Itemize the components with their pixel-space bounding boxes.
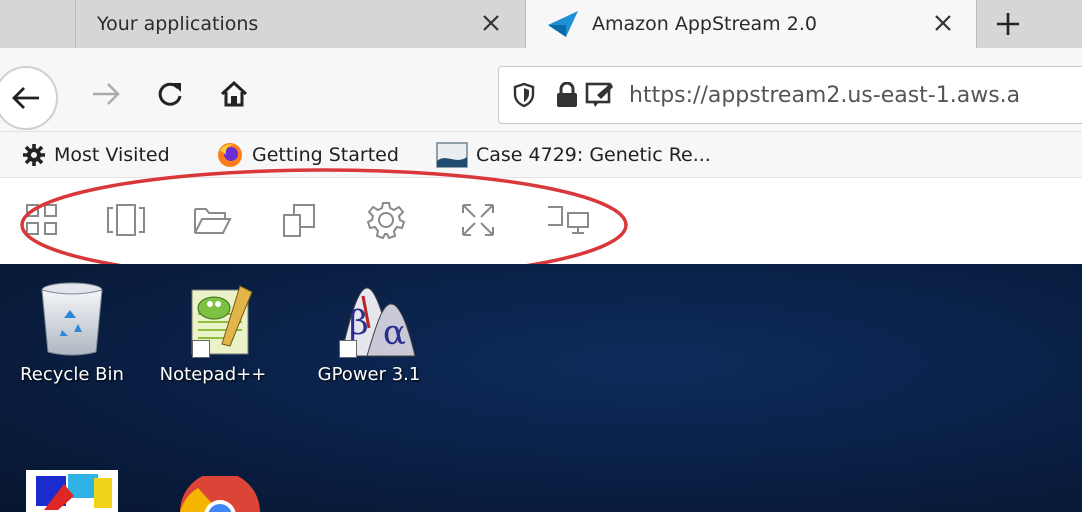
tab-overflow[interactable]: [0, 0, 76, 48]
bookmark-label: Most Visited: [54, 144, 170, 166]
appstream-icon: [546, 9, 580, 39]
document-icon: [436, 142, 468, 168]
arrow-left-icon: [12, 87, 39, 109]
arrow-right-icon: [93, 83, 120, 105]
desktop-icon-gpower[interactable]: β α GPower 3.1: [304, 282, 434, 385]
reload-button[interactable]: [150, 74, 190, 114]
tab-your-applications[interactable]: Your applications: [77, 0, 524, 48]
close-icon[interactable]: [476, 8, 506, 38]
navigation-bar: https://appstream2.us-east-1.aws.a: [0, 48, 1082, 132]
shield-icon[interactable]: [513, 82, 535, 108]
bookmark-getting-started[interactable]: Getting Started: [216, 140, 399, 170]
gear-icon: [23, 144, 45, 166]
home-button[interactable]: [212, 74, 256, 114]
svg-text:α: α: [383, 313, 406, 353]
forward-button[interactable]: [86, 74, 126, 114]
desktop-icon-notepad-plus-plus[interactable]: Notepad++: [154, 284, 272, 385]
desktop-icon-label: GPower 3.1: [317, 364, 421, 385]
remote-desktop: Recycle Bin Notepad++ β α GPower 3.1: [0, 264, 1082, 512]
chrome-icon: [180, 476, 260, 512]
home-icon: [220, 80, 248, 107]
tab-title: Amazon AppStream 2.0: [592, 13, 817, 35]
shortcut-arrow-icon: [339, 340, 357, 358]
gpower-icon: β α: [321, 282, 417, 358]
tab-title: Your applications: [97, 13, 259, 35]
desktop-icon-label: Recycle Bin: [20, 364, 124, 385]
url-text: https://appstream2.us-east-1.aws.a: [629, 82, 1021, 108]
bookmark-case-4729[interactable]: Case 4729: Genetic Re...: [436, 140, 711, 170]
bookmark-most-visited[interactable]: Most Visited: [22, 140, 170, 170]
tab-amazon-appstream[interactable]: Amazon AppStream 2.0: [525, 0, 977, 48]
desktop-icon-label: Notepad++: [159, 364, 267, 385]
desktop-icon-chrome[interactable]: [176, 476, 264, 512]
shortcut-arrow-icon: [192, 340, 210, 358]
bookmark-label: Case 4729: Genetic Re...: [476, 144, 711, 166]
tab-strip: Your applications Amazon AppStream 2.0: [0, 0, 1082, 48]
url-bar[interactable]: https://appstream2.us-east-1.aws.a: [498, 66, 1082, 124]
reload-icon: [158, 82, 182, 106]
close-icon[interactable]: [928, 8, 958, 38]
new-tab-button[interactable]: [978, 0, 1038, 48]
desktop-icon-recycle-bin[interactable]: Recycle Bin: [10, 280, 134, 385]
lock-icon[interactable]: [555, 82, 579, 108]
desktop-icon-partial[interactable]: [24, 470, 120, 512]
plus-icon: [997, 13, 1019, 35]
recycle-bin-icon: [41, 282, 103, 356]
notepad-plus-plus-icon: [170, 284, 256, 358]
firefox-icon: [218, 143, 242, 167]
permissions-icon[interactable]: [585, 81, 615, 109]
back-button[interactable]: [0, 66, 58, 130]
bookmark-label: Getting Started: [252, 144, 399, 166]
application-icon: [26, 470, 118, 512]
